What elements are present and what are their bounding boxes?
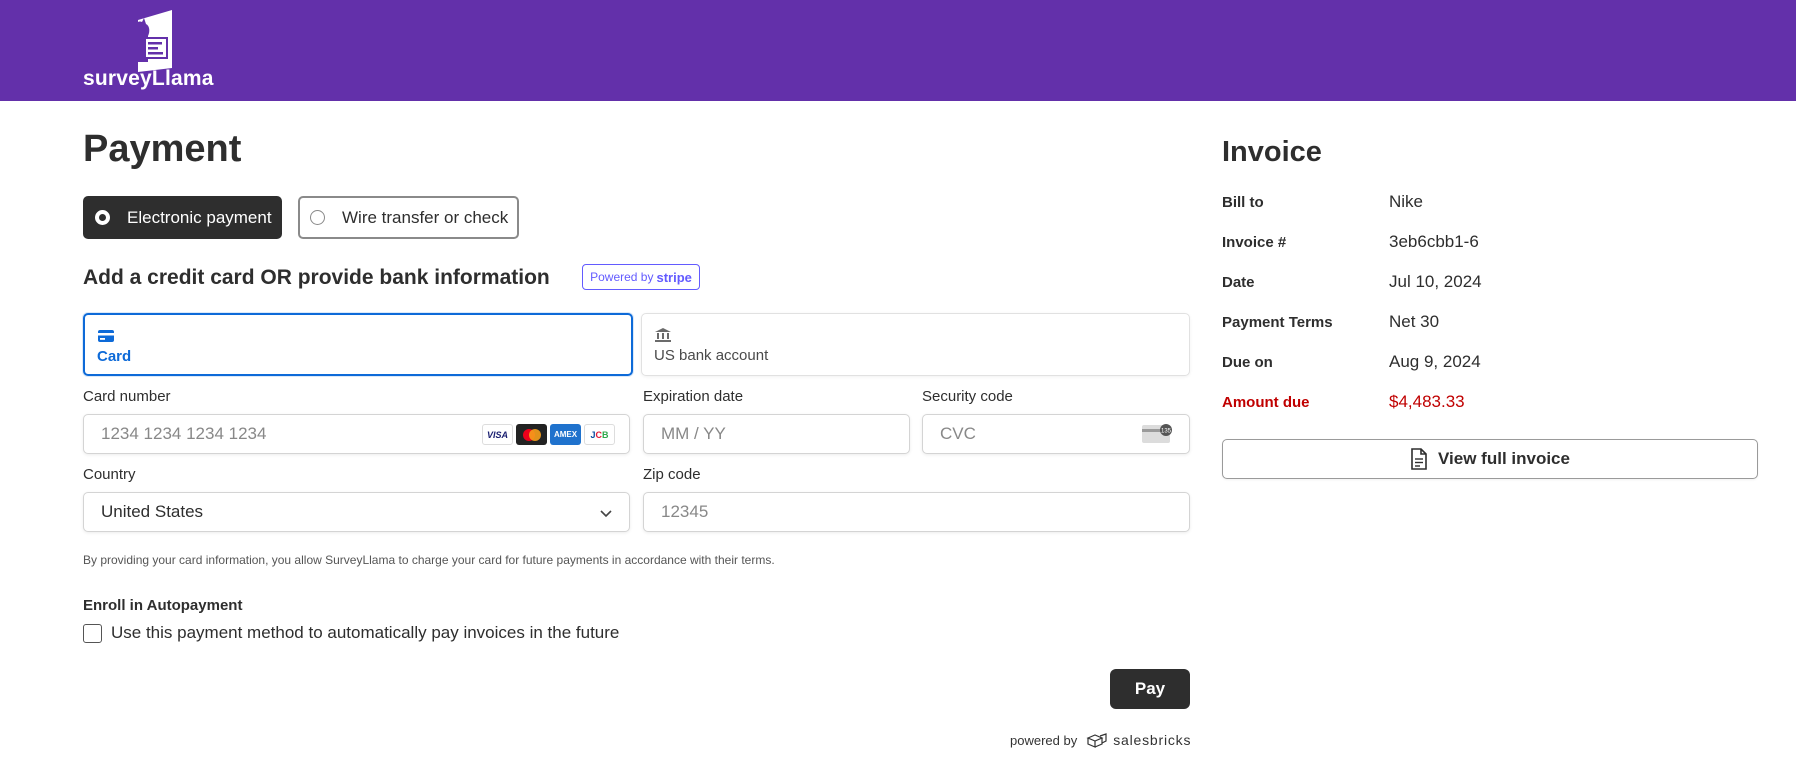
radio-selected-icon bbox=[95, 210, 110, 225]
section-title: Add a credit card OR provide bank inform… bbox=[83, 266, 550, 289]
invoice-row-invoice-number: Invoice # 3eb6cbb1-6 bbox=[1222, 232, 1722, 254]
expiration-input[interactable]: MM / YY bbox=[643, 414, 910, 454]
card-number-label: Card number bbox=[83, 388, 171, 405]
invoice-label: Payment Terms bbox=[1222, 314, 1333, 331]
wire-transfer-label: Wire transfer or check bbox=[342, 207, 509, 227]
powered-by-prefix: powered by bbox=[1010, 732, 1078, 748]
invoice-row-due-on: Due on Aug 9, 2024 bbox=[1222, 352, 1722, 374]
surveyllama-logo[interactable]: surveyLlama bbox=[83, 10, 223, 92]
salesbricks-logo-icon bbox=[1086, 733, 1107, 748]
electronic-payment-label: Electronic payment bbox=[127, 207, 272, 227]
security-code-placeholder: CVC bbox=[940, 424, 976, 443]
view-full-invoice-button[interactable]: View full invoice bbox=[1222, 439, 1758, 479]
page-title: Payment bbox=[83, 128, 242, 170]
salesbricks-brand: salesbricks bbox=[1086, 732, 1191, 748]
powered-by-salesbricks[interactable]: powered by salesbricks bbox=[1010, 732, 1191, 748]
expiration-placeholder: MM / YY bbox=[661, 424, 726, 443]
card-brands: VISA AMEX JCB bbox=[482, 424, 615, 445]
llama-logo-icon bbox=[134, 10, 172, 72]
invoice-title: Invoice bbox=[1222, 136, 1322, 168]
credit-card-icon bbox=[98, 330, 114, 342]
wire-transfer-option[interactable]: Wire transfer or check bbox=[298, 196, 519, 239]
cvc-card-icon: 135 bbox=[1142, 424, 1172, 443]
view-full-invoice-label: View full invoice bbox=[1438, 449, 1570, 468]
country-value: United States bbox=[101, 502, 204, 521]
invoice-row-bill-to: Bill to Nike bbox=[1222, 192, 1722, 214]
electronic-payment-option[interactable]: Electronic payment bbox=[83, 196, 282, 239]
invoice-label: Amount due bbox=[1222, 394, 1310, 411]
autopay-title: Enroll in Autopayment bbox=[83, 597, 243, 614]
invoice-value: Nike bbox=[1389, 192, 1424, 211]
country-label: Country bbox=[83, 466, 136, 483]
salesbricks-text: salesbricks bbox=[1113, 732, 1192, 748]
amount-due-value: $4,483.33 bbox=[1389, 392, 1465, 411]
invoice-row-date: Date Jul 10, 2024 bbox=[1222, 272, 1722, 294]
stripe-badge-brand: stripe bbox=[656, 269, 692, 285]
invoice-label: Due on bbox=[1222, 354, 1273, 371]
invoice-value: 3eb6cbb1-6 bbox=[1389, 232, 1479, 251]
cvc-icon-text: 135 bbox=[1161, 429, 1172, 435]
card-number-placeholder: 1234 1234 1234 1234 bbox=[101, 424, 267, 443]
zip-code-label: Zip code bbox=[643, 466, 701, 483]
card-disclaimer: By providing your card information, you … bbox=[83, 553, 775, 567]
chevron-down-icon bbox=[600, 510, 612, 518]
tab-card[interactable]: Card bbox=[83, 313, 633, 376]
autopay-checkbox-label[interactable]: Use this payment method to automatically… bbox=[111, 623, 619, 643]
zip-code-input[interactable]: 12345 bbox=[643, 492, 1190, 532]
amex-icon: AMEX bbox=[550, 424, 581, 445]
zip-code-placeholder: 12345 bbox=[661, 502, 709, 521]
radio-unselected-icon bbox=[310, 210, 325, 225]
invoice-row-payment-terms: Payment Terms Net 30 bbox=[1222, 312, 1722, 334]
jcb-icon: JCB bbox=[584, 424, 615, 445]
security-code-input[interactable]: CVC 135 bbox=[922, 414, 1190, 454]
invoice-label: Bill to bbox=[1222, 194, 1264, 211]
invoice-label: Date bbox=[1222, 274, 1255, 291]
tab-us-bank-account[interactable]: US bank account bbox=[641, 313, 1190, 376]
invoice-value: Jul 10, 2024 bbox=[1389, 272, 1482, 291]
invoice-value: Net 30 bbox=[1389, 312, 1440, 331]
expiration-label: Expiration date bbox=[643, 388, 744, 405]
top-header: surveyLlama bbox=[0, 0, 1796, 101]
visa-icon: VISA bbox=[482, 424, 513, 445]
autopay-checkbox[interactable] bbox=[83, 624, 102, 643]
tab-bank-label: US bank account bbox=[654, 347, 769, 364]
card-number-input[interactable]: 1234 1234 1234 1234 VISA AMEX JCB bbox=[83, 414, 630, 454]
security-code-label: Security code bbox=[922, 388, 1013, 405]
bank-icon bbox=[655, 328, 671, 342]
logo-text: surveyLlama bbox=[83, 67, 214, 90]
powered-by-stripe-badge[interactable]: Powered by stripe bbox=[582, 264, 700, 290]
stripe-badge-prefix: Powered by bbox=[590, 270, 654, 284]
invoice-value: Aug 9, 2024 bbox=[1389, 352, 1481, 371]
document-icon bbox=[1411, 448, 1427, 470]
pay-button[interactable]: Pay bbox=[1110, 669, 1190, 709]
country-select[interactable]: United States bbox=[83, 492, 630, 532]
tab-card-label: Card bbox=[97, 348, 132, 365]
mastercard-icon bbox=[516, 424, 547, 445]
invoice-label: Invoice # bbox=[1222, 234, 1287, 251]
invoice-row-amount-due: Amount due $4,483.33 bbox=[1222, 392, 1722, 414]
